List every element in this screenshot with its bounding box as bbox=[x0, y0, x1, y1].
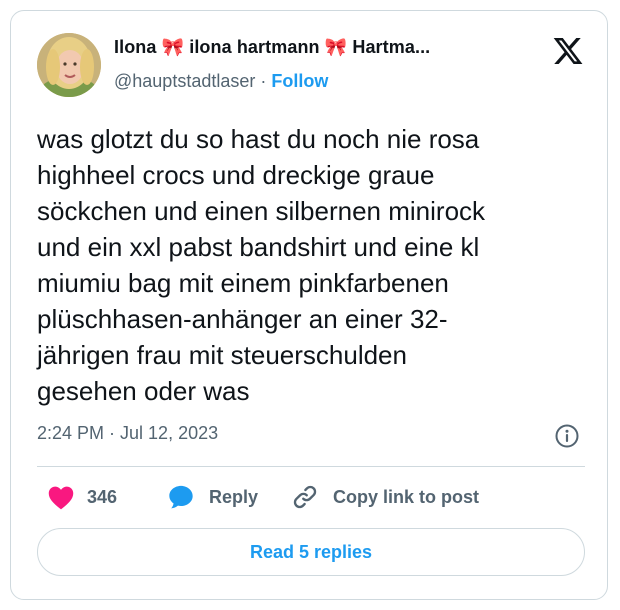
tweet-text-line: highheel crocs und dreckige graue bbox=[37, 160, 435, 190]
read-replies-label: Read 5 replies bbox=[249, 541, 373, 562]
tweet-text-line: miumiu bag mit einem pinkfarbenen bbox=[37, 268, 449, 298]
tweet-text-line: und ein xxl pabst bandshirt und eine kl bbox=[37, 232, 480, 262]
tweet-text-line: gesehen oder was bbox=[37, 376, 250, 406]
follow-button[interactable]: Follow bbox=[271, 71, 328, 91]
display-name[interactable]: Ilona 🎀 ilona hartmann 🎀 Hartma... bbox=[114, 37, 534, 63]
tweet-card: Ilona 🎀 ilona hartmann 🎀 Hartma... @haup… bbox=[10, 10, 608, 600]
timestamp[interactable]: 2:24 PM · Jul 12, 2023 bbox=[37, 423, 218, 444]
action-bar: 346 Reply Copy link to post bbox=[37, 481, 585, 513]
tweet-text-line: plüschhasen-anhänger an einer 32- bbox=[37, 304, 448, 334]
like-count: 346 bbox=[87, 486, 118, 507]
heart-icon bbox=[48, 486, 74, 510]
tweet-text-line: söckchen und einen silbernen minirock bbox=[37, 196, 486, 226]
avatar-image bbox=[37, 33, 101, 97]
read-replies-button[interactable]: Read 5 replies bbox=[37, 528, 585, 576]
divider bbox=[37, 466, 585, 467]
x-logo-icon[interactable] bbox=[551, 35, 585, 67]
speech-bubble-icon bbox=[169, 485, 193, 509]
handle[interactable]: @hauptstadtlaser bbox=[114, 71, 255, 91]
copy-link-button[interactable]: Copy link to post bbox=[291, 481, 479, 513]
copy-link-label: Copy link to post bbox=[333, 486, 479, 507]
handle-row: @hauptstadtlaser · Follow bbox=[114, 71, 328, 92]
tweet-text-line: jährigen frau mit steuerschulden bbox=[37, 340, 407, 370]
info-icon[interactable] bbox=[554, 423, 580, 449]
like-button[interactable]: 346 bbox=[47, 481, 117, 513]
link-icon bbox=[293, 485, 317, 509]
avatar[interactable] bbox=[37, 33, 101, 97]
separator: · bbox=[260, 71, 267, 91]
tweet-text: was glotzt du so hast du noch nie rosa h… bbox=[37, 121, 582, 409]
tweet-text-line: was glotzt du so hast du noch nie rosa bbox=[37, 124, 480, 154]
reply-label: Reply bbox=[209, 486, 259, 507]
reply-button[interactable]: Reply bbox=[167, 481, 258, 513]
